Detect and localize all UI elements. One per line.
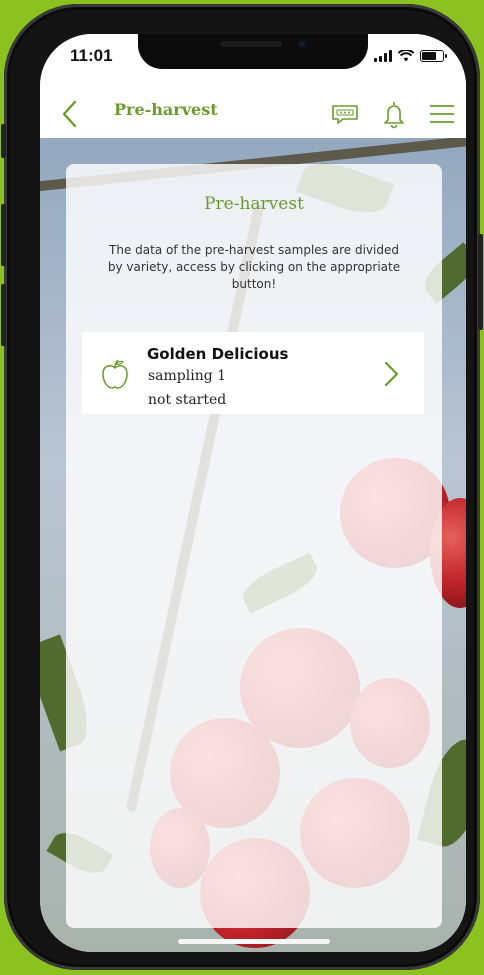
volume-down-button — [1, 284, 6, 346]
variety-sampling: sampling 1 — [148, 368, 227, 384]
mute-switch — [1, 124, 6, 158]
variety-button-golden-delicious[interactable]: Golden Delicious sampling 1 not started — [82, 332, 424, 414]
front-camera — [297, 39, 307, 49]
power-button — [478, 234, 483, 330]
screen: 11:01 Pre-harvest Pre-harvest The data o… — [40, 34, 466, 952]
status-time: 11:01 — [70, 46, 113, 65]
hamburger-menu-icon[interactable] — [426, 98, 458, 130]
volume-up-button — [1, 204, 6, 266]
wifi-icon — [398, 50, 414, 62]
variety-name: Golden Delicious — [147, 345, 289, 363]
variety-status: not started — [148, 392, 227, 408]
chevron-right-icon — [384, 361, 399, 387]
phone-frame: 11:01 Pre-harvest Pre-harvest The data o… — [1, 4, 483, 970]
notch — [138, 34, 368, 69]
status-bar: 11:01 — [40, 34, 466, 90]
chat-bubble-icon[interactable] — [330, 98, 362, 130]
speaker — [220, 41, 282, 47]
card-description: The data of the pre-harvest samples are … — [107, 243, 401, 291]
home-indicator[interactable] — [178, 939, 330, 944]
card-title: Pre-harvest — [204, 194, 304, 214]
page-title: Pre-harvest — [114, 100, 218, 119]
apple-icon — [102, 359, 128, 389]
app-header: Pre-harvest — [40, 90, 466, 138]
battery-icon — [420, 50, 447, 62]
bell-icon[interactable] — [378, 98, 410, 130]
chevron-left-icon[interactable] — [56, 96, 86, 132]
system-icons — [374, 50, 447, 62]
cellular-signal-icon — [374, 50, 392, 62]
pre-harvest-card: Pre-harvest The data of the pre-harvest … — [66, 164, 442, 928]
